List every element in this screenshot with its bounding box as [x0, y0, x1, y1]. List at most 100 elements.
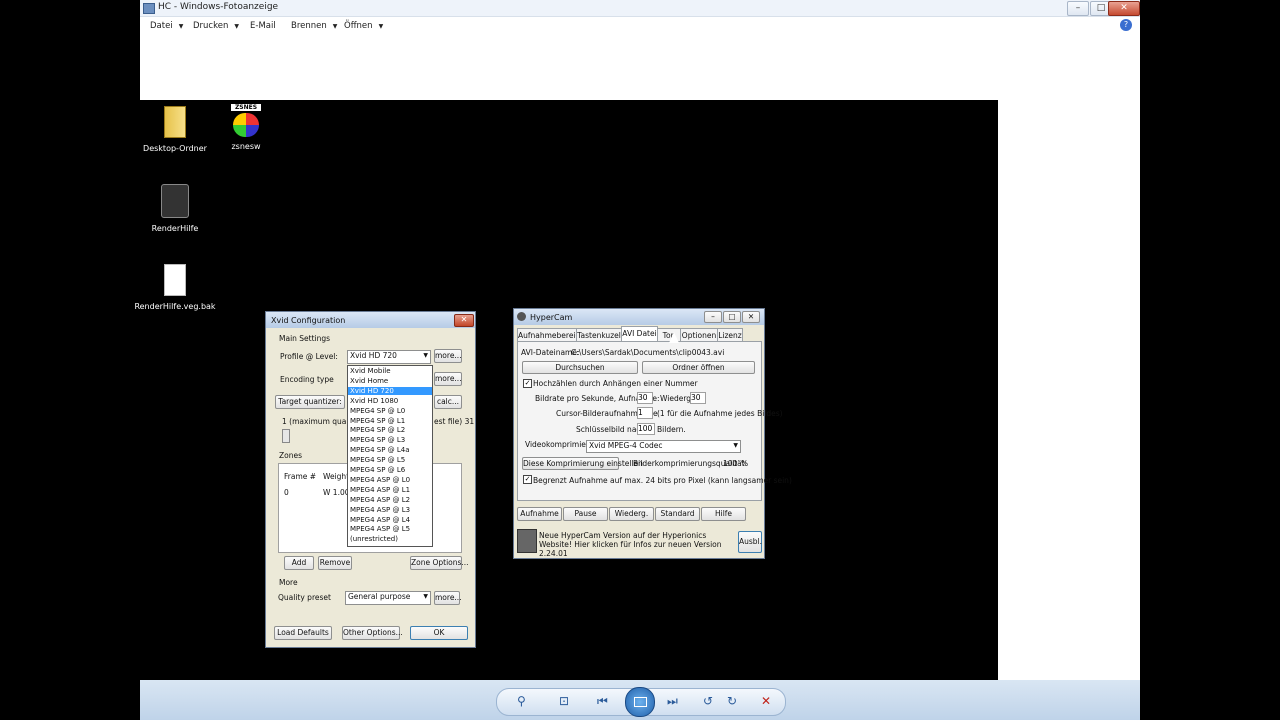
- ok-button[interactable]: OK: [410, 626, 468, 640]
- help-button[interactable]: Hilfe: [701, 507, 746, 521]
- profile-option[interactable]: MPEG4 SP @ L4a: [350, 446, 410, 454]
- menu-label: Datei: [150, 21, 173, 31]
- other-options-button[interactable]: Other Options...: [342, 626, 403, 640]
- profile-dropdown-list: Xvid Mobile Xvid Home Xvid HD 720 Xvid HD 1…: [347, 365, 433, 547]
- viewer-toolbar: ⚲ ⊡ ⏮ ⏭ ↺ ↻ ✕: [140, 680, 1140, 720]
- column-frame: Frame #: [284, 472, 317, 481]
- minimize-icon[interactable]: –: [704, 311, 722, 323]
- remove-zone-button[interactable]: Remove: [318, 556, 352, 570]
- close-icon[interactable]: ✕: [454, 314, 474, 327]
- minimize-button[interactable]: –: [1067, 1, 1089, 16]
- browse-button[interactable]: Durchsuchen: [522, 361, 638, 374]
- add-zone-button[interactable]: Add: [284, 556, 314, 570]
- menu-drucken[interactable]: Drucken ▼: [193, 21, 239, 31]
- profile-option[interactable]: MPEG4 ASP @ L2: [350, 496, 410, 504]
- profile-option[interactable]: MPEG4 SP @ L2: [350, 426, 405, 434]
- close-button[interactable]: ✕: [1108, 1, 1140, 16]
- profile-more-button[interactable]: more...: [434, 349, 462, 363]
- dialog-title: HyperCam: [530, 313, 573, 322]
- profile-option[interactable]: MPEG4 SP @ L0: [350, 407, 405, 415]
- profile-option[interactable]: MPEG4 ASP @ L0: [350, 476, 410, 484]
- profile-option[interactable]: MPEG4 SP @ L6: [350, 466, 405, 474]
- desktop-icon-zsnes[interactable]: ZSNES zsnesw: [216, 104, 276, 151]
- profile-option[interactable]: MPEG4 SP @ L3: [350, 436, 405, 444]
- playback-button[interactable]: Wiederg.: [609, 507, 654, 521]
- profile-option[interactable]: MPEG4 ASP @ L5: [350, 525, 410, 533]
- open-folder-button[interactable]: Ordner öffnen: [642, 361, 755, 374]
- tab-avi-datei[interactable]: AVI Datei: [621, 326, 658, 342]
- dialog-title: Xvid Configuration: [271, 316, 346, 325]
- tab-aufnahmebereich[interactable]: Aufnahmebereich: [517, 328, 584, 342]
- delete-icon[interactable]: ✕: [761, 694, 771, 708]
- zone-options-button[interactable]: Zone Options...: [410, 556, 469, 570]
- playback-input[interactable]: 30: [690, 392, 706, 404]
- quality-value[interactable]: 100: [723, 459, 737, 468]
- target-quantizer-button[interactable]: Target quantizer:: [275, 395, 345, 409]
- calc-button[interactable]: calc...: [434, 395, 462, 409]
- window-title: HC - Windows-Fotoanzeige: [158, 2, 279, 12]
- encoding-more-button[interactable]: more...: [434, 372, 462, 386]
- chevron-down-icon: ▼: [733, 442, 738, 449]
- profile-option[interactable]: Xvid HD 1080: [350, 397, 398, 405]
- playback-value: 30: [691, 393, 701, 402]
- tab-tastenkuzel[interactable]: Tastenkuzel: [576, 328, 622, 342]
- profile-option[interactable]: MPEG4 SP @ L1: [350, 417, 405, 425]
- menu-label: Öffnen: [344, 21, 373, 31]
- profile-option[interactable]: MPEG4 ASP @ L4: [350, 516, 410, 524]
- keyframe-value: 100: [638, 424, 653, 433]
- profile-option[interactable]: MPEG4 SP @ L5: [350, 456, 405, 464]
- framerate-value: 30: [638, 393, 648, 402]
- cursor-rate-input[interactable]: 1: [637, 407, 653, 419]
- menu-datei[interactable]: Datei ▼: [150, 21, 183, 31]
- desktop-icon-label: RenderHilfe: [151, 224, 199, 233]
- profile-option[interactable]: MPEG4 ASP @ L1: [350, 486, 410, 494]
- next-icon[interactable]: ⏭: [667, 694, 678, 709]
- quality-max-label: est file) 31: [434, 417, 475, 426]
- keyframe-input[interactable]: 100: [637, 423, 655, 435]
- profile-option[interactable]: Xvid HD 720: [348, 386, 432, 395]
- rotate-left-icon[interactable]: ↺: [703, 694, 713, 708]
- load-defaults-button[interactable]: Load Defaults: [274, 626, 332, 640]
- update-notice-link[interactable]: Neue HyperCam Version auf der Hyperionic…: [539, 531, 734, 558]
- zoom-icon[interactable]: ⚲: [517, 694, 526, 708]
- menu-label: Brennen: [291, 21, 327, 31]
- framerate-input[interactable]: 30: [637, 392, 653, 404]
- desktop-icon-renderhilfe[interactable]: RenderHilfe: [140, 184, 210, 233]
- record-button[interactable]: Aufnahme: [517, 507, 562, 521]
- hide-notice-button[interactable]: Ausbl.: [738, 531, 762, 553]
- zone-row-frame: 0: [284, 488, 289, 497]
- rotate-right-icon[interactable]: ↻: [727, 694, 737, 708]
- quality-more-button[interactable]: more...: [434, 591, 462, 605]
- close-icon[interactable]: ✕: [742, 311, 760, 323]
- pause-button[interactable]: Pause: [563, 507, 608, 521]
- dialog-caption: Xvid Configuration ✕: [266, 312, 475, 328]
- menu-brennen[interactable]: Brennen ▼: [291, 21, 337, 31]
- limit-bits-checkbox[interactable]: ✓: [523, 475, 532, 484]
- quality-preset-select[interactable]: General purpose ▼: [345, 591, 431, 605]
- menu-email[interactable]: E-Mail: [250, 21, 276, 31]
- profile-option[interactable]: Xvid Home: [350, 377, 388, 385]
- defaults-button[interactable]: Standard: [655, 507, 700, 521]
- quality-slider[interactable]: [282, 429, 290, 443]
- menu-label: E-Mail: [250, 21, 276, 31]
- tab-optionen[interactable]: Optionen: [680, 328, 718, 342]
- fit-window-icon[interactable]: ⊡: [559, 694, 569, 708]
- previous-icon[interactable]: ⏮: [597, 694, 608, 709]
- main-settings-label: Main Settings: [279, 334, 331, 343]
- compression-select[interactable]: Xvid MPEG-4 Codec ▼: [586, 440, 741, 453]
- profile-option[interactable]: (unrestricted): [350, 535, 398, 543]
- configure-compression-button[interactable]: Diese Komprimierung einstellen: [522, 457, 643, 470]
- keyframe-unit: Bildern.: [657, 425, 686, 434]
- slideshow-button[interactable]: [625, 687, 655, 717]
- desktop-icon-file[interactable]: RenderHilfe.veg.bak: [134, 264, 216, 311]
- help-icon[interactable]: ?: [1120, 19, 1132, 31]
- profile-option[interactable]: Xvid Mobile: [350, 367, 391, 375]
- tab-lizenz[interactable]: Lizenz: [717, 328, 743, 342]
- maximize-icon[interactable]: □: [723, 311, 741, 323]
- menu-oeffnen[interactable]: Öffnen ▼: [344, 21, 383, 31]
- autoincrement-checkbox[interactable]: ✓: [523, 379, 532, 388]
- profile-option[interactable]: MPEG4 ASP @ L3: [350, 506, 410, 514]
- profile-select[interactable]: Xvid HD 720 ▼: [347, 350, 431, 364]
- desktop-icon-label: Desktop-Ordner: [143, 144, 207, 153]
- desktop-icon-folder[interactable]: Desktop-Ordner: [140, 106, 210, 153]
